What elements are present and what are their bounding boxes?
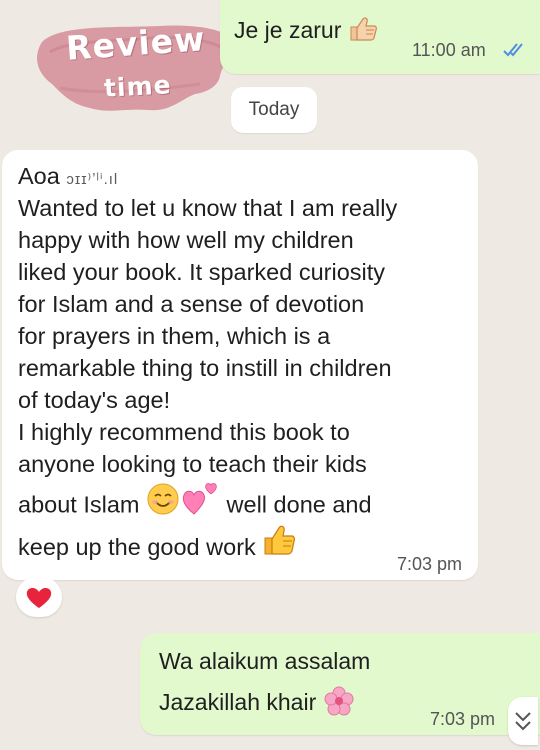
message-line: of today's age! [18, 387, 171, 413]
red-heart-icon [26, 588, 52, 608]
outgoing-message[interactable]: Wa alaikum assalam Jazakillah khair 7:03… [140, 633, 540, 735]
message-line: anyone looking to teach their kids [18, 451, 367, 477]
scroll-down-icon [515, 712, 531, 731]
message-line: Wanted to let u know that I am really [18, 195, 398, 221]
thumbs-up-icon [262, 525, 296, 572]
message-line-with-emoji: Jazakillah khair [159, 685, 355, 723]
cherry-blossom-icon [323, 685, 355, 723]
message-line: I highly recommend this book to [18, 419, 350, 445]
message-timestamp: 7:03 pm [430, 709, 496, 729]
date-separator: Today [231, 87, 317, 133]
message-line: happy with how well my children [18, 227, 354, 253]
message-timestamp: 11:00 am [412, 40, 486, 60]
message-reaction[interactable] [16, 577, 62, 617]
message-line: Wa alaikum assalam [159, 648, 371, 674]
outgoing-message[interactable]: Je je zarur 11:00 am [220, 0, 540, 74]
scroll-down-button[interactable] [508, 697, 538, 745]
message-line-with-emoji: about Islam well done and [18, 480, 468, 525]
smiling-face-icon [146, 482, 180, 531]
read-receipt-icon [502, 42, 528, 63]
message-line: liked your book. It sparked curiosity [18, 259, 386, 285]
message-greeting-line: Aoa ɔɪɪ⁾ʼˡⁱ.ıl [18, 160, 468, 192]
message-line: remarkable thing to instill in children [18, 355, 392, 381]
sticker-text-time: time [103, 70, 173, 103]
message-text: Je je zarur [234, 16, 378, 48]
message-timestamp: 7:03 pm [397, 554, 463, 574]
message-line: for Islam and a sense of devotion [18, 291, 365, 317]
incoming-message[interactable]: Aoa ɔɪɪ⁾ʼˡⁱ.ıl Wanted to let u know that… [2, 150, 478, 580]
message-body: Aoa ɔɪɪ⁾ʼˡⁱ.ıl Wanted to let u know that… [18, 160, 468, 570]
handwritten-name-scribble: ɔɪɪ⁾ʼˡⁱ.ıl [66, 171, 119, 188]
message-line: for prayers in them, which is a [18, 323, 331, 349]
thumbs-up-icon [348, 16, 378, 48]
